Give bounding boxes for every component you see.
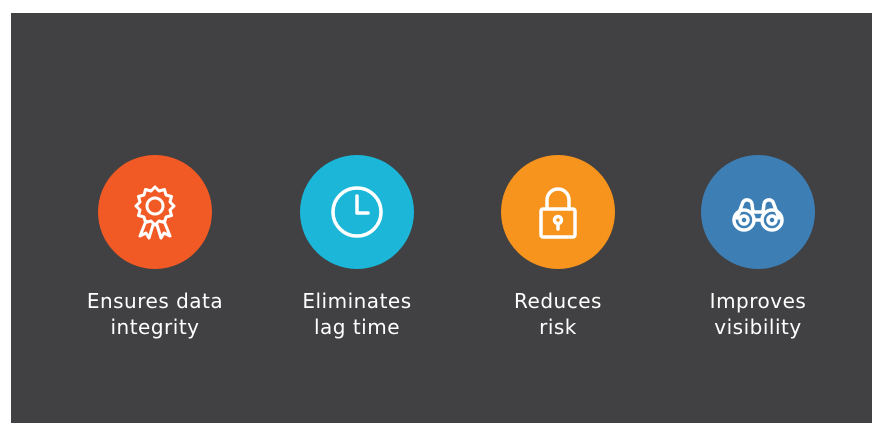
feature-circle [701, 155, 815, 269]
feature-label: Reduces risk [468, 288, 648, 340]
feature-improves-visibility: Improves visibility [668, 155, 848, 340]
feature-label-line: Improves [709, 289, 807, 313]
feature-label: Ensures data integrity [65, 288, 245, 340]
feature-data-integrity: Ensures data integrity [65, 155, 245, 340]
binoculars-icon [727, 182, 789, 242]
feature-circle [501, 155, 615, 269]
award-ribbon-icon [125, 182, 185, 242]
feature-label-line: Eliminates [302, 289, 412, 313]
feature-label-line: lag time [313, 315, 401, 339]
feature-label: Improves visibility [668, 288, 848, 340]
feature-reduces-risk: Reduces risk [468, 155, 648, 340]
feature-label-line: risk [539, 315, 577, 339]
feature-label-line: visibility [714, 315, 802, 339]
infographic-panel: Ensures data integrity Eliminates lag ti… [11, 13, 872, 423]
feature-label-line: Reduces [514, 289, 602, 313]
padlock-icon [528, 182, 588, 242]
feature-circle [300, 155, 414, 269]
feature-lag-time: Eliminates lag time [267, 155, 447, 340]
feature-label-line: Ensures data [86, 289, 224, 313]
feature-label: Eliminates lag time [267, 288, 447, 340]
clock-icon [327, 182, 387, 242]
feature-label-line: integrity [110, 315, 200, 339]
feature-circle [98, 155, 212, 269]
